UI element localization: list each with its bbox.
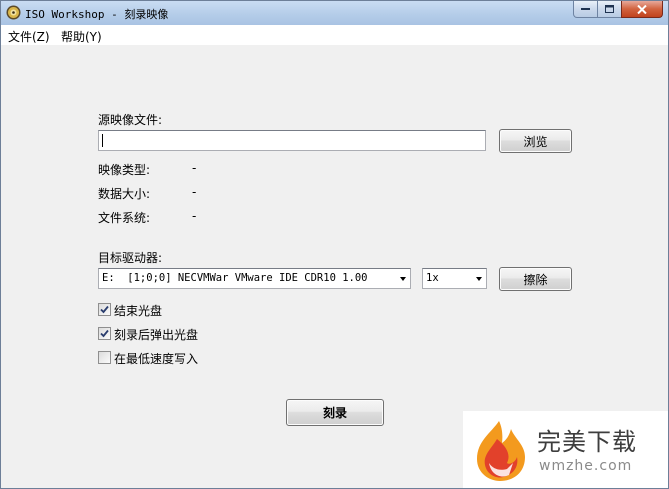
write-speed-value: 1x [426,272,439,284]
eject-after-burn-label[interactable]: 刻录后弹出光盘 [114,326,198,343]
window-title: ISO Workshop - 刻录映像 [25,8,169,21]
site-watermark: 完美下载 wmzhe.com [463,411,668,488]
watermark-url: wmzhe.com [539,458,633,474]
close-icon [637,4,647,14]
checkmark-icon [100,329,109,338]
maximize-button[interactable] [597,1,622,18]
disc-app-icon [6,5,21,20]
close-button[interactable] [621,1,663,18]
menu-file[interactable]: 文件(Z) [8,28,50,45]
checkmark-icon [100,305,109,314]
watermark-title: 完美下载 [537,428,637,456]
target-drive-label: 目标驱动器: [98,251,163,265]
erase-button[interactable]: 擦除 [499,267,572,291]
burn-button[interactable]: 刻录 [286,399,384,426]
image-type-value: - [192,161,197,175]
main-window: ISO Workshop - 刻录映像 文件(Z) 帮助(Y) 源映像文件: 浏… [0,0,669,489]
minimize-button[interactable] [573,1,598,18]
flame-logo-icon [477,421,525,481]
file-system-value: - [192,209,197,223]
source-image-path-input[interactable] [98,130,486,151]
finalize-disc-label[interactable]: 结束光盘 [114,302,162,319]
title-bar[interactable]: ISO Workshop - 刻录映像 [1,1,668,25]
lowest-speed-checkbox[interactable] [98,351,111,364]
finalize-disc-checkbox[interactable] [98,303,111,316]
erase-button-label: 擦除 [523,272,548,287]
chevron-down-icon [476,277,482,281]
image-type-label: 映像类型: [98,163,151,177]
maximize-icon [605,5,614,13]
menu-help[interactable]: 帮助(Y) [61,28,102,45]
data-size-label: 数据大小: [98,187,151,201]
lowest-speed-label[interactable]: 在最低速度写入 [114,350,198,367]
write-speed-select[interactable]: 1x [422,268,487,289]
minimize-icon [581,8,590,10]
target-drive-select[interactable]: E: [1;0;0] NECVMWar VMware IDE CDR10 1.0… [98,268,411,289]
data-size-value: - [192,185,197,199]
burn-button-label: 刻录 [322,406,347,420]
chevron-down-icon [400,277,406,281]
file-system-label: 文件系统: [98,211,151,225]
menu-bar: 文件(Z) 帮助(Y) [1,25,668,45]
eject-after-burn-checkbox[interactable] [98,327,111,340]
source-image-label: 源映像文件: [98,113,163,127]
text-caret [102,134,103,147]
browse-button-label: 浏览 [523,134,548,149]
browse-button[interactable]: 浏览 [499,129,572,153]
target-drive-value: E: [1;0;0] NECVMWar VMware IDE CDR10 1.0… [102,272,368,284]
